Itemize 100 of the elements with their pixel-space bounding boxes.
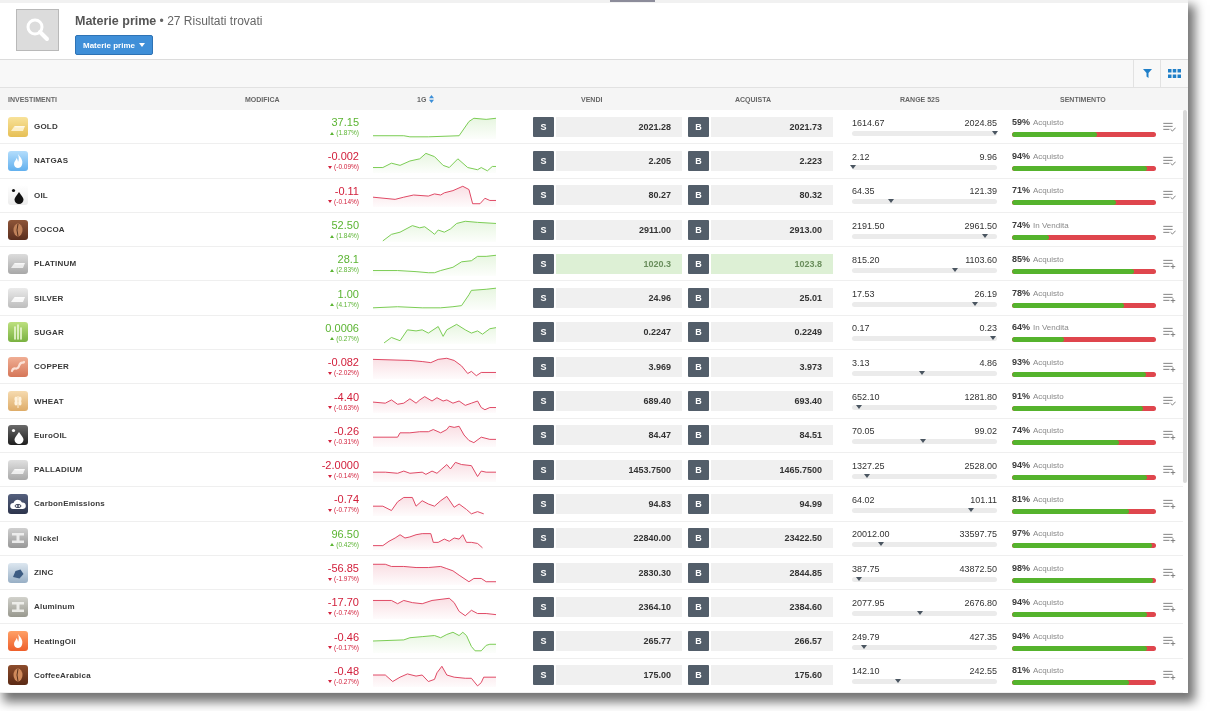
list-plus-icon[interactable]: [1163, 293, 1176, 304]
asset-name[interactable]: GOLD: [34, 122, 58, 132]
list-plus-icon[interactable]: [1163, 533, 1176, 544]
asset-name[interactable]: WHEAT: [34, 396, 64, 406]
asset-name[interactable]: COCOA: [34, 225, 65, 235]
buy-price[interactable]: 2021.73: [711, 116, 833, 137]
list-check-icon[interactable]: [1163, 121, 1176, 132]
list-plus-icon[interactable]: [1163, 430, 1176, 441]
buy-price[interactable]: 0.2249: [711, 322, 833, 343]
sell-price[interactable]: 84.47: [556, 425, 682, 446]
sell-price[interactable]: 175.00: [556, 665, 682, 686]
buy-button[interactable]: B: [688, 253, 709, 274]
sell-button[interactable]: S: [533, 425, 554, 446]
buy-price[interactable]: 2844.85: [711, 562, 833, 583]
buy-price[interactable]: 84.51: [711, 425, 833, 446]
buy-button[interactable]: B: [688, 391, 709, 411]
buy-price[interactable]: 2913.00: [711, 219, 833, 240]
asset-name[interactable]: PALLADIUM: [34, 465, 83, 475]
list-plus-icon[interactable]: [1163, 258, 1176, 269]
sell-price[interactable]: 3.969: [556, 356, 682, 377]
sell-button[interactable]: S: [533, 322, 554, 343]
asset-name[interactable]: OIL: [34, 190, 48, 200]
buy-button[interactable]: B: [688, 116, 709, 137]
asset-name[interactable]: SILVER: [34, 293, 64, 303]
buy-button[interactable]: B: [688, 528, 709, 549]
sell-button[interactable]: S: [533, 528, 554, 549]
sell-price[interactable]: 94.83: [556, 493, 682, 514]
list-check-icon[interactable]: [1163, 155, 1176, 166]
sell-price[interactable]: 689.40: [556, 391, 682, 411]
list-check-icon[interactable]: [1163, 190, 1176, 201]
sell-button[interactable]: S: [533, 459, 554, 480]
sell-button[interactable]: S: [533, 219, 554, 240]
sell-button[interactable]: S: [533, 631, 554, 652]
buy-price[interactable]: 266.57: [711, 631, 833, 652]
buy-button[interactable]: B: [688, 425, 709, 446]
sell-button[interactable]: S: [533, 185, 554, 206]
asset-name[interactable]: SUGAR: [34, 327, 64, 337]
buy-price[interactable]: 3.973: [711, 356, 833, 377]
sell-button[interactable]: S: [533, 596, 554, 617]
asset-name[interactable]: Aluminum: [34, 602, 75, 612]
asset-name[interactable]: NATGAS: [34, 156, 69, 166]
list-plus-icon[interactable]: [1163, 464, 1176, 475]
sell-button[interactable]: S: [533, 562, 554, 583]
buy-button[interactable]: B: [688, 150, 709, 171]
sell-button[interactable]: S: [533, 493, 554, 514]
scrollbar-thumb[interactable]: [1183, 110, 1187, 483]
buy-button[interactable]: B: [688, 185, 709, 206]
sell-button[interactable]: S: [533, 116, 554, 137]
list-check-icon[interactable]: [1163, 224, 1176, 235]
buy-price[interactable]: 23422.50: [711, 528, 833, 549]
buy-button[interactable]: B: [688, 322, 709, 343]
list-check-icon[interactable]: [1163, 396, 1176, 406]
asset-name[interactable]: CoffeeArabica: [34, 670, 91, 680]
list-plus-icon[interactable]: [1163, 567, 1176, 578]
asset-name[interactable]: Nickel: [34, 533, 59, 543]
buy-price[interactable]: 1465.7500: [711, 459, 833, 480]
sell-button[interactable]: S: [533, 665, 554, 686]
sort-icon[interactable]: [429, 95, 435, 103]
buy-button[interactable]: B: [688, 631, 709, 652]
buy-price[interactable]: 2384.60: [711, 596, 833, 617]
buy-price[interactable]: 693.40: [711, 391, 833, 411]
buy-price[interactable]: 94.99: [711, 493, 833, 514]
sell-price[interactable]: 2911.00: [556, 219, 682, 240]
buy-button[interactable]: B: [688, 219, 709, 240]
sell-button[interactable]: S: [533, 356, 554, 377]
buy-price[interactable]: 25.01: [711, 288, 833, 309]
asset-name[interactable]: EuroOIL: [34, 430, 67, 440]
sell-button[interactable]: S: [533, 391, 554, 411]
sell-price[interactable]: 1453.7500: [556, 459, 682, 480]
list-plus-icon[interactable]: [1163, 327, 1176, 338]
asset-name[interactable]: COPPER: [34, 362, 69, 372]
list-plus-icon[interactable]: [1163, 601, 1176, 612]
buy-button[interactable]: B: [688, 562, 709, 583]
sell-price[interactable]: 80.27: [556, 185, 682, 206]
sell-price[interactable]: 0.2247: [556, 322, 682, 343]
buy-price[interactable]: 175.60: [711, 665, 833, 686]
buy-button[interactable]: B: [688, 356, 709, 377]
sell-button[interactable]: S: [533, 253, 554, 274]
sell-price[interactable]: 2.205: [556, 150, 682, 171]
buy-button[interactable]: B: [688, 288, 709, 309]
sell-price[interactable]: 2364.10: [556, 596, 682, 617]
buy-button[interactable]: B: [688, 493, 709, 514]
sell-button[interactable]: S: [533, 288, 554, 309]
list-plus-icon[interactable]: [1163, 361, 1176, 372]
sell-price[interactable]: 24.96: [556, 288, 682, 309]
sell-price[interactable]: 2830.30: [556, 562, 682, 583]
list-plus-icon[interactable]: [1163, 636, 1176, 647]
sell-button[interactable]: S: [533, 150, 554, 171]
sell-price[interactable]: 2021.28: [556, 116, 682, 137]
buy-button[interactable]: B: [688, 665, 709, 686]
asset-name[interactable]: ZINC: [34, 568, 54, 577]
buy-price[interactable]: 80.32: [711, 185, 833, 206]
asset-name[interactable]: HeatingOil: [34, 636, 76, 646]
sell-price[interactable]: 265.77: [556, 631, 682, 652]
asset-name[interactable]: PLATINUM: [34, 259, 77, 269]
asset-name[interactable]: CarbonEmissions: [34, 499, 105, 509]
buy-price[interactable]: 2.223: [711, 150, 833, 171]
list-plus-icon[interactable]: [1163, 498, 1176, 509]
sell-price[interactable]: 22840.00: [556, 528, 682, 549]
buy-button[interactable]: B: [688, 459, 709, 480]
